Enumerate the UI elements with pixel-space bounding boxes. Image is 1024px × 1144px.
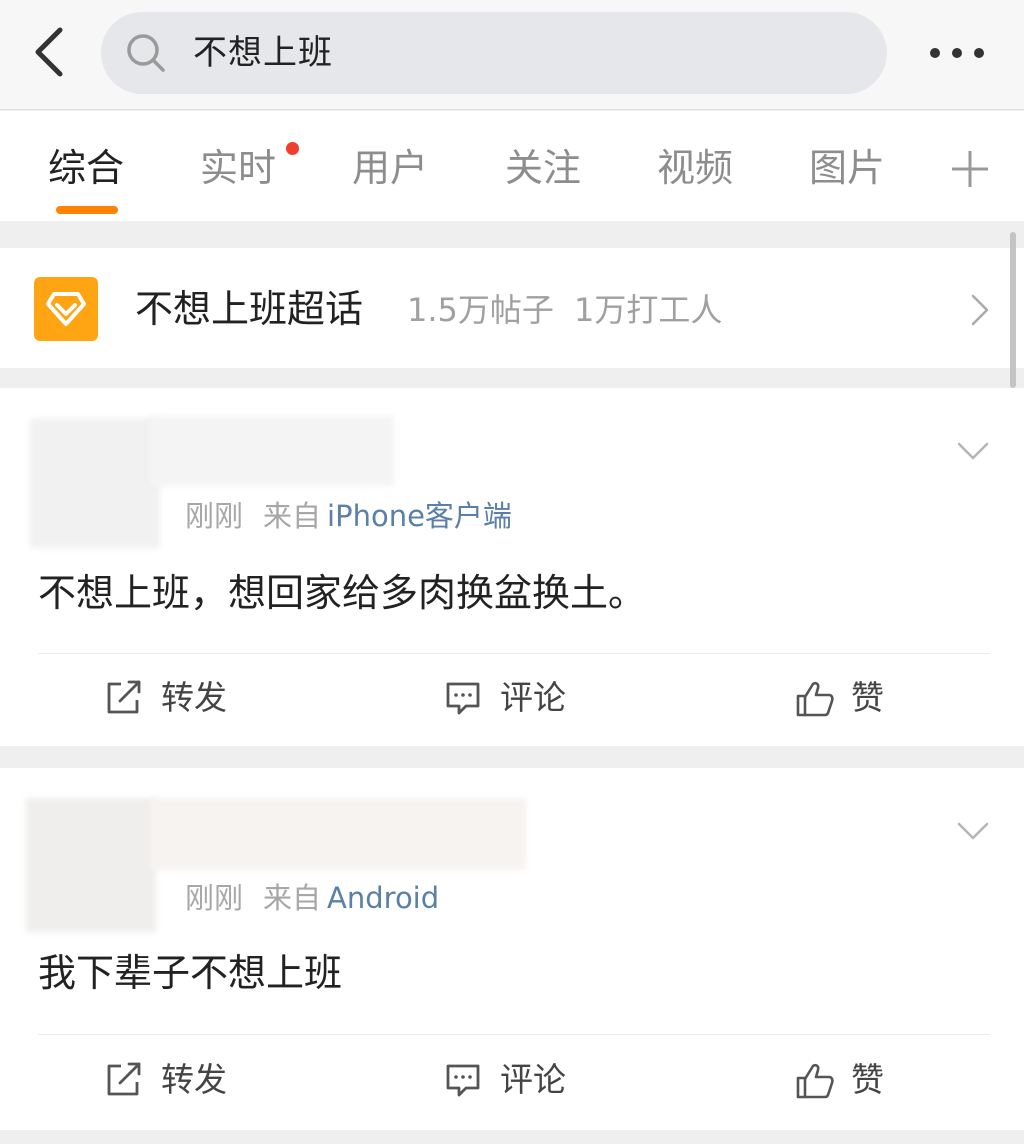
comment-icon — [446, 682, 480, 715]
avatar[interactable] — [26, 798, 156, 932]
avatar[interactable] — [30, 418, 160, 548]
back-button[interactable] — [26, 24, 72, 80]
tab-bar: 综合 实时 用户 关注 视频 图片 — [0, 111, 1024, 221]
comment-button[interactable]: 评论 — [444, 676, 584, 720]
post-text: 我下辈子不想上班 — [38, 951, 343, 995]
realtime-badge-dot — [286, 142, 299, 155]
more-button[interactable] — [924, 38, 990, 68]
tab-images[interactable]: 图片 — [809, 143, 885, 193]
tab-realtime[interactable]: 实时 — [200, 143, 276, 193]
post-text: 不想上班，想回家给多肉换盆换土。 — [38, 571, 647, 615]
scrollbar[interactable] — [1010, 232, 1016, 388]
post-source[interactable]: iPhone客户端 — [327, 499, 512, 533]
username-redacted[interactable] — [150, 798, 526, 870]
add-icon — [952, 151, 988, 187]
search-header: 不想上班 — [0, 0, 1024, 110]
feed-post: 刚刚 来自 Android 我下辈子不想上班 转发 评论 赞 — [0, 768, 1024, 1130]
diamond-icon — [46, 292, 86, 326]
like-label: 赞 — [851, 678, 884, 717]
like-button[interactable]: 赞 — [795, 676, 895, 720]
post-divider — [38, 653, 990, 654]
post-time: 刚刚 — [185, 881, 244, 915]
post-source[interactable]: Android — [327, 881, 439, 915]
post-meta: 刚刚 来自 iPhone客户端 — [185, 498, 512, 534]
post-from-label: 来自 — [263, 881, 322, 915]
post-from-label: 来自 — [263, 499, 322, 533]
repost-label: 转发 — [161, 678, 227, 717]
more-icon — [930, 48, 984, 58]
like-icon — [796, 1063, 834, 1099]
like-button[interactable]: 赞 — [795, 1058, 895, 1102]
post-divider — [38, 1034, 990, 1035]
repost-button[interactable]: 转发 — [105, 1058, 245, 1102]
repost-icon — [107, 1062, 141, 1096]
tab-comprehensive[interactable]: 综合 — [48, 143, 124, 193]
like-icon — [796, 681, 834, 717]
super-topic-logo — [34, 277, 98, 341]
repost-icon — [107, 680, 141, 714]
chevron-down-icon[interactable] — [956, 820, 990, 842]
search-query-text: 不想上班 — [193, 33, 333, 73]
comment-icon — [446, 1064, 480, 1097]
tab-following[interactable]: 关注 — [505, 143, 581, 193]
repost-label: 转发 — [161, 1060, 227, 1099]
super-topic-members-count: 1万打工人 — [574, 291, 723, 329]
super-topic-title: 不想上班超话 — [135, 287, 364, 331]
add-tab-button[interactable] — [950, 149, 990, 189]
username-redacted[interactable] — [150, 416, 394, 486]
back-arrow-icon — [35, 27, 63, 77]
super-topic-card[interactable]: 不想上班超话 1.5万帖子 1万打工人 — [0, 248, 1024, 368]
tab-users[interactable]: 用户 — [352, 143, 428, 193]
comment-label: 评论 — [500, 1060, 566, 1099]
search-input[interactable]: 不想上班 — [101, 12, 887, 94]
repost-button[interactable]: 转发 — [105, 676, 245, 720]
super-topic-posts-count: 1.5万帖子 — [407, 291, 554, 329]
chevron-down-icon[interactable] — [956, 440, 990, 462]
active-tab-indicator — [56, 206, 118, 214]
comment-button[interactable]: 评论 — [444, 1058, 584, 1102]
post-time: 刚刚 — [185, 499, 244, 533]
post-meta: 刚刚 来自 Android — [185, 880, 439, 916]
tab-video[interactable]: 视频 — [657, 143, 733, 193]
feed-post: 刚刚 来自 iPhone客户端 不想上班，想回家给多肉换盆换土。 转发 评论 赞 — [0, 388, 1024, 746]
chevron-right-icon — [971, 294, 989, 326]
search-icon — [127, 34, 165, 72]
like-label: 赞 — [851, 1060, 884, 1099]
comment-label: 评论 — [500, 678, 566, 717]
